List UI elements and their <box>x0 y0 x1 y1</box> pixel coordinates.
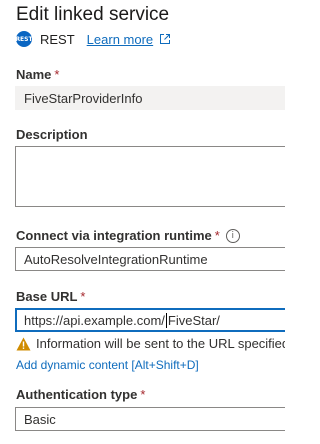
required-marker: * <box>214 228 220 243</box>
edit-linked-service-panel: Edit linked service REST REST Learn more… <box>0 0 285 444</box>
integration-runtime-dropdown[interactable]: AutoResolveIntegrationRuntime <box>15 247 285 271</box>
add-dynamic-content-link[interactable]: Add dynamic content [Alt+Shift+D] <box>16 358 199 372</box>
base-url-input[interactable]: https://api.example.com/FiveStar/ <box>15 308 285 332</box>
authentication-type-label: Authentication type * <box>16 387 146 402</box>
description-textarea[interactable] <box>15 146 285 207</box>
authentication-type-dropdown[interactable]: Basic <box>15 407 285 431</box>
service-type-row: REST REST Learn more <box>15 30 171 48</box>
warning-text: Information will be sent to the URL spec… <box>36 336 285 351</box>
base-url-label: Base URL * <box>16 289 86 304</box>
name-label: Name * <box>16 67 60 82</box>
description-label: Description <box>16 127 88 142</box>
required-marker: * <box>140 387 146 402</box>
base-url-text-before-caret: https://api.example.com/ <box>24 312 165 328</box>
external-link-icon[interactable] <box>159 33 171 45</box>
name-field[interactable]: FiveStarProviderInfo <box>15 86 285 110</box>
integration-runtime-label: Connect via integration runtime * i <box>16 228 240 243</box>
warning-icon <box>16 337 31 350</box>
panel-title: Edit linked service <box>16 4 170 25</box>
required-marker: * <box>80 289 86 304</box>
base-url-warning: Information will be sent to the URL spec… <box>16 336 285 351</box>
base-url-text-after-caret: FiveStar/ <box>167 312 220 328</box>
learn-more-link[interactable]: Learn more <box>87 32 153 47</box>
rest-icon: REST <box>15 31 33 47</box>
service-type-label: REST <box>40 31 75 47</box>
info-icon[interactable]: i <box>225 229 240 243</box>
text-caret <box>165 312 167 328</box>
required-marker: * <box>54 67 60 82</box>
